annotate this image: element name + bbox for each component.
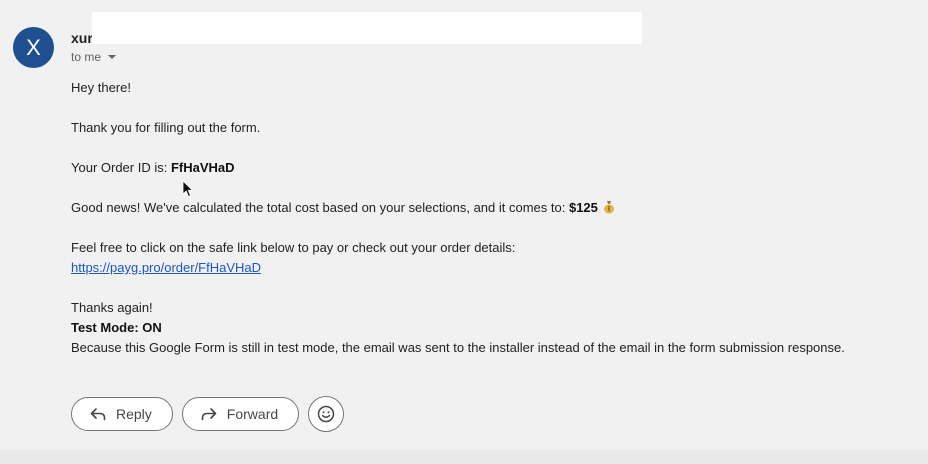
cost-line: Good news! We've calculated the total co… — [71, 198, 911, 218]
reply-icon — [90, 408, 106, 421]
order-id-label: Your Order ID is: — [71, 160, 171, 175]
reply-label: Reply — [116, 406, 152, 422]
greeting: Hey there! — [71, 80, 131, 95]
redacted-sender-email — [92, 12, 642, 44]
order-link[interactable]: https://payg.pro/order/FfHaVHaD — [71, 260, 261, 275]
cost-amount: $125 — [568, 200, 598, 215]
sender-name[interactable]: xur — [71, 30, 93, 46]
test-mode-heading: Test Mode: ON — [71, 320, 162, 335]
forward-icon — [201, 408, 217, 421]
order-id-line: Your Order ID is: FfHaVHaD — [71, 158, 911, 178]
chevron-down-icon[interactable] — [108, 55, 117, 59]
emoji-icon — [317, 405, 335, 423]
money-bag-icon — [603, 201, 614, 214]
emoji-reaction-button[interactable] — [308, 396, 345, 432]
message-actions: Reply Forward — [71, 396, 345, 432]
mouse-cursor-icon — [182, 180, 194, 198]
thanks-again: Thanks again! — [71, 300, 153, 315]
thanks-line: Thank you for filling out the form. — [71, 120, 261, 135]
recipient-label: to me — [71, 50, 102, 64]
email-body: Hey there! Thank you for filling out the… — [71, 78, 911, 358]
link-intro: Feel free to click on the safe link belo… — [71, 240, 516, 255]
cost-text: Good news! We've calculated the total co… — [71, 200, 569, 215]
reply-button[interactable]: Reply — [71, 397, 173, 431]
forward-label: Forward — [226, 406, 279, 422]
order-id-value: FfHaVHaD — [170, 160, 235, 175]
forward-button[interactable]: Forward — [181, 397, 300, 431]
sender-avatar[interactable]: X — [13, 27, 54, 68]
bottom-edge — [0, 450, 928, 464]
test-mode-note: Because this Google Form is still in tes… — [71, 340, 845, 355]
recipient-details-toggle[interactable]: to me — [71, 50, 117, 64]
